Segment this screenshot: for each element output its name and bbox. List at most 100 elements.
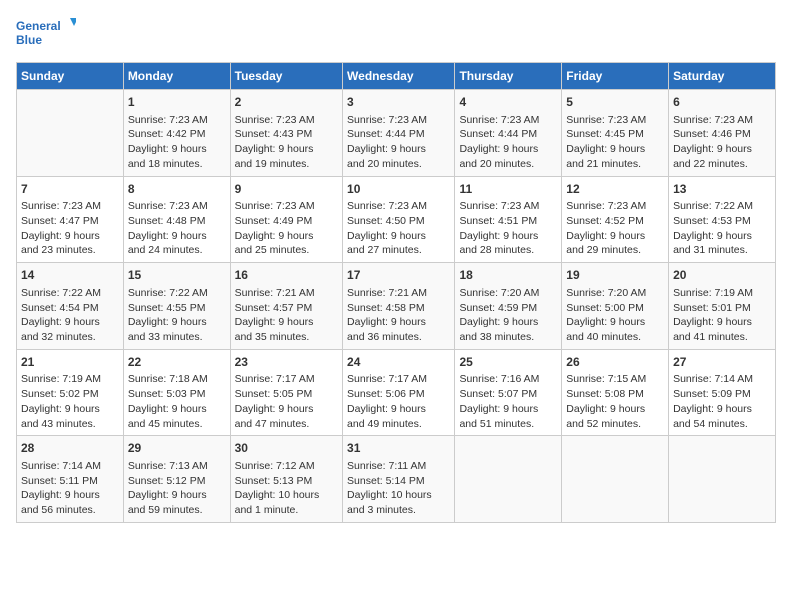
day-info-line: Daylight: 9 hours — [21, 315, 119, 330]
calendar-cell: 16Sunrise: 7:21 AMSunset: 4:57 PMDayligh… — [230, 263, 342, 350]
calendar-cell: 19Sunrise: 7:20 AMSunset: 5:00 PMDayligh… — [562, 263, 669, 350]
day-info-line: Sunrise: 7:21 AM — [347, 286, 450, 301]
day-info-line: Sunrise: 7:23 AM — [347, 199, 450, 214]
calendar-header: SundayMondayTuesdayWednesdayThursdayFrid… — [17, 63, 776, 90]
day-info-line: Sunset: 5:03 PM — [128, 387, 226, 402]
day-info-line: Sunset: 5:02 PM — [21, 387, 119, 402]
day-info-line: Sunset: 4:45 PM — [566, 127, 664, 142]
day-info-line: and 3 minutes. — [347, 503, 450, 518]
day-info-line: Sunset: 5:08 PM — [566, 387, 664, 402]
day-info-line: and 40 minutes. — [566, 330, 664, 345]
header-cell-thursday: Thursday — [455, 63, 562, 90]
day-info-line: Sunset: 4:49 PM — [235, 214, 338, 229]
calendar-cell: 28Sunrise: 7:14 AMSunset: 5:11 PMDayligh… — [17, 436, 124, 523]
day-info-line: and 27 minutes. — [347, 243, 450, 258]
calendar-cell: 14Sunrise: 7:22 AMSunset: 4:54 PMDayligh… — [17, 263, 124, 350]
day-info-line: Daylight: 9 hours — [566, 402, 664, 417]
calendar-cell: 27Sunrise: 7:14 AMSunset: 5:09 PMDayligh… — [669, 349, 776, 436]
day-info-line: Daylight: 9 hours — [347, 229, 450, 244]
day-info-line: and 21 minutes. — [566, 157, 664, 172]
day-info-line: and 35 minutes. — [235, 330, 338, 345]
day-info-line: Daylight: 9 hours — [128, 402, 226, 417]
day-number: 23 — [235, 354, 338, 371]
day-info-line: and 32 minutes. — [21, 330, 119, 345]
day-info-line: Sunset: 5:01 PM — [673, 301, 771, 316]
day-info-line: Sunrise: 7:22 AM — [128, 286, 226, 301]
day-info-line: Daylight: 9 hours — [128, 229, 226, 244]
day-info-line: and 25 minutes. — [235, 243, 338, 258]
day-number: 3 — [347, 94, 450, 111]
header-cell-friday: Friday — [562, 63, 669, 90]
calendar-cell: 6Sunrise: 7:23 AMSunset: 4:46 PMDaylight… — [669, 90, 776, 177]
day-number: 18 — [459, 267, 557, 284]
day-info-line: Sunrise: 7:19 AM — [21, 372, 119, 387]
calendar-cell — [669, 436, 776, 523]
day-info-line: and 52 minutes. — [566, 417, 664, 432]
calendar-cell — [562, 436, 669, 523]
day-info-line: Sunrise: 7:22 AM — [21, 286, 119, 301]
day-number: 20 — [673, 267, 771, 284]
day-number: 17 — [347, 267, 450, 284]
day-info-line: and 49 minutes. — [347, 417, 450, 432]
day-info-line: Daylight: 9 hours — [459, 142, 557, 157]
day-info-line: Sunset: 5:11 PM — [21, 474, 119, 489]
header-cell-monday: Monday — [123, 63, 230, 90]
day-info-line: Daylight: 9 hours — [459, 229, 557, 244]
day-number: 29 — [128, 440, 226, 457]
day-info-line: Daylight: 9 hours — [235, 402, 338, 417]
header-cell-sunday: Sunday — [17, 63, 124, 90]
day-info-line: and 23 minutes. — [21, 243, 119, 258]
day-info-line: Sunrise: 7:16 AM — [459, 372, 557, 387]
day-number: 19 — [566, 267, 664, 284]
day-info-line: Sunset: 4:51 PM — [459, 214, 557, 229]
day-info-line: Sunset: 4:42 PM — [128, 127, 226, 142]
day-info-line: and 38 minutes. — [459, 330, 557, 345]
day-info-line: Sunset: 4:44 PM — [459, 127, 557, 142]
calendar-cell: 12Sunrise: 7:23 AMSunset: 4:52 PMDayligh… — [562, 176, 669, 263]
day-info-line: Sunrise: 7:18 AM — [128, 372, 226, 387]
svg-text:General: General — [16, 19, 61, 33]
header-cell-tuesday: Tuesday — [230, 63, 342, 90]
day-number: 30 — [235, 440, 338, 457]
day-info-line: Sunrise: 7:23 AM — [128, 113, 226, 128]
day-info-line: Daylight: 9 hours — [128, 488, 226, 503]
day-info-line: Sunset: 4:54 PM — [21, 301, 119, 316]
calendar-cell: 26Sunrise: 7:15 AMSunset: 5:08 PMDayligh… — [562, 349, 669, 436]
calendar-cell: 10Sunrise: 7:23 AMSunset: 4:50 PMDayligh… — [343, 176, 455, 263]
calendar-cell — [17, 90, 124, 177]
day-info-line: Daylight: 9 hours — [235, 142, 338, 157]
day-info-line: Sunset: 4:50 PM — [347, 214, 450, 229]
calendar-week-row: 14Sunrise: 7:22 AMSunset: 4:54 PMDayligh… — [17, 263, 776, 350]
day-info-line: and 45 minutes. — [128, 417, 226, 432]
day-info-line: Sunset: 4:48 PM — [128, 214, 226, 229]
svg-text:Blue: Blue — [16, 33, 42, 47]
day-info-line: and 18 minutes. — [128, 157, 226, 172]
day-info-line: Sunrise: 7:14 AM — [21, 459, 119, 474]
day-info-line: and 29 minutes. — [566, 243, 664, 258]
day-info-line: and 51 minutes. — [459, 417, 557, 432]
calendar-week-row: 7Sunrise: 7:23 AMSunset: 4:47 PMDaylight… — [17, 176, 776, 263]
day-info-line: Sunrise: 7:13 AM — [128, 459, 226, 474]
day-info-line: Sunrise: 7:23 AM — [459, 199, 557, 214]
day-number: 4 — [459, 94, 557, 111]
day-number: 27 — [673, 354, 771, 371]
calendar-week-row: 21Sunrise: 7:19 AMSunset: 5:02 PMDayligh… — [17, 349, 776, 436]
day-info-line: Daylight: 10 hours — [347, 488, 450, 503]
day-info-line: Sunrise: 7:23 AM — [128, 199, 226, 214]
calendar-cell: 21Sunrise: 7:19 AMSunset: 5:02 PMDayligh… — [17, 349, 124, 436]
day-info-line: Daylight: 9 hours — [459, 315, 557, 330]
day-number: 2 — [235, 94, 338, 111]
day-number: 11 — [459, 181, 557, 198]
day-info-line: and 36 minutes. — [347, 330, 450, 345]
day-info-line: Sunset: 4:55 PM — [128, 301, 226, 316]
day-info-line: Sunrise: 7:23 AM — [459, 113, 557, 128]
day-number: 13 — [673, 181, 771, 198]
calendar-cell: 31Sunrise: 7:11 AMSunset: 5:14 PMDayligh… — [343, 436, 455, 523]
calendar-cell: 7Sunrise: 7:23 AMSunset: 4:47 PMDaylight… — [17, 176, 124, 263]
day-info-line: Sunrise: 7:23 AM — [235, 113, 338, 128]
day-info-line: and 24 minutes. — [128, 243, 226, 258]
day-info-line: Sunset: 5:14 PM — [347, 474, 450, 489]
calendar-week-row: 28Sunrise: 7:14 AMSunset: 5:11 PMDayligh… — [17, 436, 776, 523]
day-number: 5 — [566, 94, 664, 111]
day-info-line: and 33 minutes. — [128, 330, 226, 345]
